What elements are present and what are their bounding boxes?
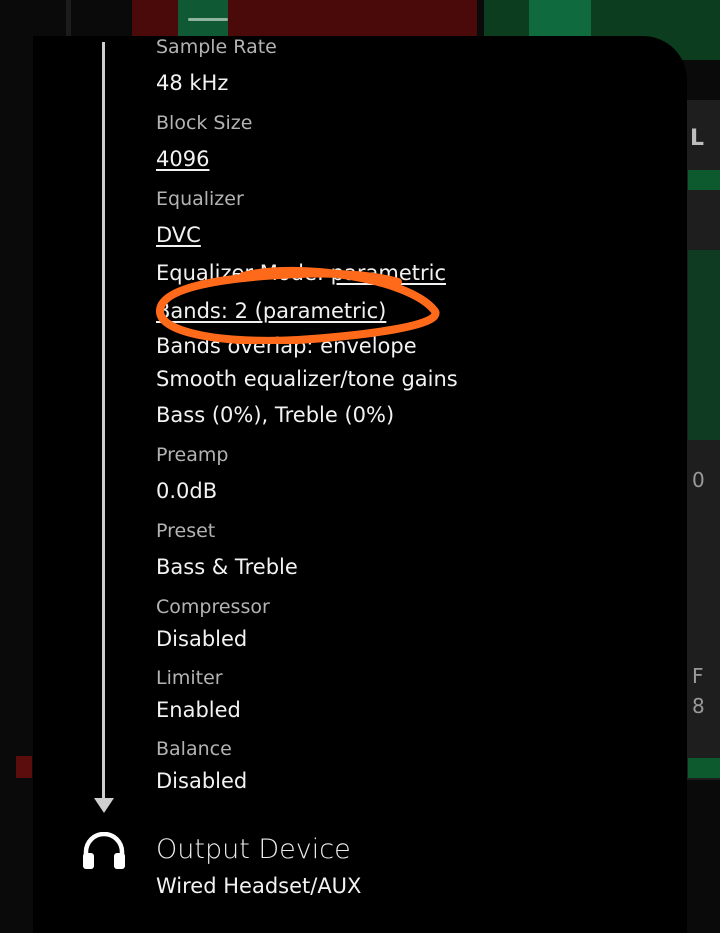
balance-label: Balance [156,738,232,760]
smooth-gains-text: Smooth equalizer/tone gains [156,367,458,391]
preset-label: Preset [156,520,216,542]
background-strip [66,0,71,36]
preset-value: Bass & Treble [156,555,298,579]
background-right-green [688,170,720,190]
background-red-marker [16,756,32,778]
bands-link[interactable]: Bands: 2 (parametric) [156,299,386,323]
headphones-icon [83,832,125,869]
limiter-value: Enabled [156,698,241,722]
limiter-label: Limiter [156,667,223,689]
sample-rate-value: 48 kHz [156,71,229,95]
equalizer-mode: Equalizer Mode: parametric [156,261,446,285]
flow-arrow-down-icon [94,798,114,813]
output-device-value: Wired Headset/AUX [156,874,362,898]
bands-overlap-text: Bands overlap: envelope [156,334,417,358]
sample-rate-label: Sample Rate [156,36,277,58]
preamp-label: Preamp [156,444,229,466]
block-size-link[interactable]: 4096 [156,147,209,171]
background-digit: 8 [692,694,705,718]
equalizer-label: Equalizer [156,188,244,210]
bass-treble-text: Bass (0%), Treble (0%) [156,403,395,427]
background-right-green-large [688,250,720,440]
equalizer-mode-link[interactable]: parametric [331,261,446,285]
background-right-green-bottom [688,758,720,778]
background-letter: L [690,126,705,151]
background-letter: F [692,664,704,688]
balance-value: Disabled [156,769,248,793]
background-drag-handle [188,18,228,21]
background-digit: 0 [692,468,705,492]
audio-info-sheet [33,36,687,933]
output-device-title: Output Device [156,834,351,865]
block-size-label: Block Size [156,112,253,134]
equalizer-mode-label: Equalizer Mode: [156,261,331,285]
preamp-value: 0.0dB [156,479,218,503]
compressor-label: Compressor [156,596,270,618]
compressor-value: Disabled [156,627,248,651]
flow-arrow-line [102,42,105,800]
equalizer-link[interactable]: DVC [156,223,201,247]
